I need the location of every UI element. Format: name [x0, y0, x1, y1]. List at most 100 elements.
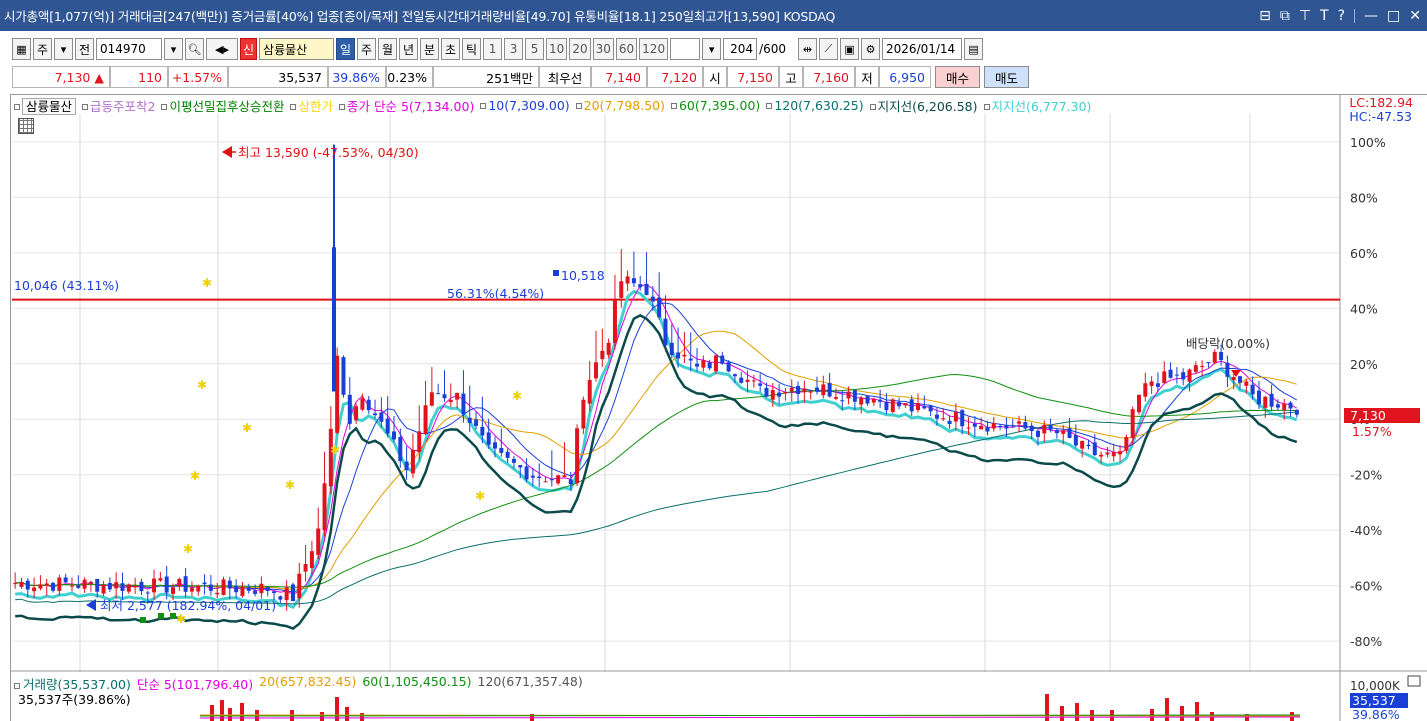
candle-body: [871, 399, 876, 403]
legend-item-label: 급등주포착2: [90, 98, 156, 114]
candle-body: [76, 585, 81, 588]
candle-body: [1054, 430, 1059, 434]
candle-body: [916, 403, 921, 411]
candle-body: [518, 465, 523, 468]
volume-bar: [1290, 712, 1294, 721]
candle-body: [221, 579, 226, 595]
candle-body: [657, 297, 662, 318]
candle-body: [391, 431, 396, 440]
candle-body: [543, 481, 548, 483]
candle-body: [360, 398, 365, 410]
candle-body: [1181, 372, 1186, 380]
candle-body: [1155, 383, 1160, 387]
grid-icon[interactable]: [18, 118, 34, 134]
y-tick-label: 60%: [1350, 246, 1378, 261]
candle-body: [537, 476, 542, 479]
volume-bar: [228, 708, 232, 721]
legend-item[interactable]: 지지선(6,206.58): [869, 96, 978, 115]
legend-item[interactable]: 상한가: [290, 96, 333, 115]
candle-body: [530, 475, 535, 478]
candle-body: [846, 391, 851, 399]
candle-body: [511, 458, 516, 463]
candle-body: [410, 449, 415, 474]
legend-name-item[interactable]: 삼륭물산: [14, 96, 77, 115]
volume-bar: [360, 713, 364, 721]
candle-body: [985, 427, 990, 432]
candle-body: [1174, 374, 1179, 376]
volume-axis-label: 10,000K: [1350, 679, 1401, 693]
candle-body: [1288, 402, 1293, 409]
candle-body: [884, 401, 889, 411]
candle-body: [859, 397, 864, 405]
signal-star-icon: ✱: [190, 469, 200, 483]
moving-average-lines: [15, 284, 1298, 631]
legend-item[interactable]: 이평선밀집후상승전환: [161, 96, 284, 115]
lc-label: LC:182.94: [1349, 95, 1413, 110]
candle-body: [328, 428, 333, 487]
candle-body: [796, 385, 801, 394]
legend-item[interactable]: 급등주포착2: [82, 96, 155, 115]
y-axis: 100%80%60%40%20%0%-20%-40%-60%-80%: [1350, 135, 1386, 649]
indicator-legend: 삼륭물산 급등주포착2 이평선밀집후상승전환 상한가 종가 단순 5(7,134.00…: [14, 96, 1091, 115]
candle-body: [600, 350, 605, 360]
candle-body: [202, 582, 207, 585]
legend-item[interactable]: 10(7,309.00): [480, 97, 570, 113]
candle-body: [745, 379, 750, 382]
legend-item-label: 20(7,798.50): [583, 97, 665, 113]
ma-line: [15, 373, 1297, 588]
candle-body: [524, 466, 529, 480]
y-tick-label: -60%: [1350, 579, 1382, 594]
candle-body: [297, 573, 302, 599]
candle-body: [966, 427, 971, 429]
candle-body: [1099, 454, 1104, 457]
volume-legend-item[interactable]: 60(1,105,450.15): [362, 674, 471, 693]
candle-body: [189, 588, 194, 592]
legend-item-label: 10(7,309.00): [488, 97, 570, 113]
volume-bar: [1180, 706, 1184, 721]
legend-item-label: 120(7,630.25): [774, 97, 864, 113]
signal-star-icon: ✱: [475, 489, 485, 503]
volume-legend-item[interactable]: 120(671,357.48): [478, 674, 583, 693]
candle-body: [505, 451, 510, 458]
volume-bar: [345, 707, 349, 721]
candle-body: [480, 426, 485, 436]
legend-item[interactable]: 지지선(6,777.30): [983, 96, 1091, 115]
high-marker-label: 최고 13,590 (-47.53%, 04/30): [238, 145, 419, 160]
legend-item[interactable]: 종가 단순 5(7,134.00): [339, 96, 474, 115]
candle-body: [1244, 381, 1249, 386]
candle-body: [625, 276, 630, 284]
volume-legend-item[interactable]: 단순 5(101,796.40): [137, 674, 253, 693]
candle-body: [549, 479, 554, 481]
chart-annotations: 최고 13,590 (-47.53%, 04/30) 최저 2,577 (182.…: [14, 145, 1420, 626]
legend-item[interactable]: 60(7,395.00): [670, 98, 760, 113]
candle-body: [1263, 396, 1268, 408]
candle-body: [764, 387, 769, 397]
candle-body: [332, 247, 336, 392]
candle-body: [57, 577, 62, 591]
candle-body: [732, 374, 737, 377]
volume-legend-item[interactable]: 20(657,832.45): [259, 674, 356, 693]
candle-body: [612, 300, 617, 343]
candle-body: [1168, 369, 1173, 378]
candle-body: [878, 399, 883, 402]
candle-body: [1149, 381, 1154, 386]
pt-label: 56.31%(4.54%): [447, 286, 544, 301]
legend-item[interactable]: 20(7,798.50): [575, 97, 665, 113]
candle-body: [953, 411, 958, 422]
low-marker-label: 최저 2,577 (182.94%, 04/01): [100, 598, 276, 613]
candle-body: [196, 586, 201, 592]
candle-body: [32, 587, 37, 592]
candle-body: [366, 399, 371, 411]
candle-body: [379, 412, 384, 422]
candle-body: [739, 377, 744, 383]
candle-body: [941, 418, 946, 420]
candle-body: [171, 587, 175, 594]
point-marker: [553, 270, 559, 276]
candle-body: [486, 432, 491, 445]
legend-item[interactable]: 120(7,630.25): [766, 97, 864, 113]
y-tick-label: 40%: [1350, 301, 1378, 316]
candle-body: [960, 410, 965, 427]
candle-body: [455, 393, 460, 400]
candle-body: [821, 384, 826, 396]
volume-sub-label: 35,537주(39.86%): [18, 692, 131, 707]
